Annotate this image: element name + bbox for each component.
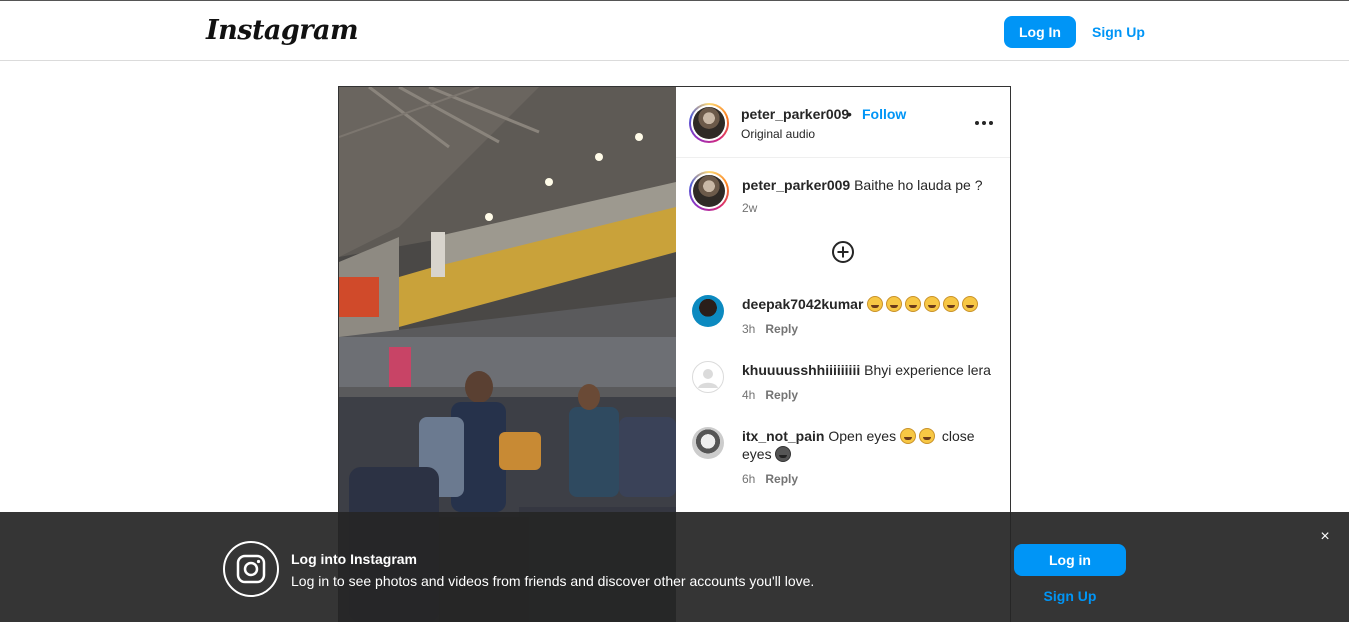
comment-username[interactable]: khuuuusshhiiiiiiiii xyxy=(742,362,860,378)
comment-time: 3h xyxy=(742,322,756,336)
reply-button[interactable]: Reply xyxy=(765,472,798,486)
comment-time: 4h xyxy=(742,388,756,402)
default-user-icon xyxy=(698,369,718,388)
follow-button[interactable]: Follow xyxy=(862,106,906,122)
top-navbar: Instagram Log In Sign Up xyxy=(0,0,1349,61)
comment-username[interactable]: itx_not_pain xyxy=(742,428,824,444)
signup-link[interactable]: Sign Up xyxy=(1088,16,1149,48)
load-more-comments-icon[interactable] xyxy=(831,240,855,264)
comment-text: eyes xyxy=(742,446,772,462)
instagram-icon xyxy=(223,541,279,597)
comment-text-line: khuuuusshhiiiiiiiii Bhyi experience lera xyxy=(742,361,992,379)
comment-time: 6h xyxy=(742,472,756,486)
caption-time: 2w xyxy=(742,201,758,215)
comment-avatar[interactable] xyxy=(692,295,724,327)
caption-text: Baithe ho lauda pe ? xyxy=(854,177,983,193)
banner-signup-link[interactable]: Sign Up xyxy=(1014,588,1126,604)
comment-meta: 6h Reply xyxy=(742,472,798,486)
instagram-logo[interactable]: Instagram xyxy=(206,15,359,46)
comment-text: Open eyes xyxy=(828,428,897,444)
close-icon[interactable]: × xyxy=(1316,528,1334,546)
separator-dot: • xyxy=(847,106,852,122)
grin-emoji-icon xyxy=(899,428,916,444)
post-header: peter_parker009 • Follow Original audio xyxy=(676,87,1010,158)
author-avatar[interactable] xyxy=(689,103,729,143)
banner-title: Log into Instagram xyxy=(291,551,417,567)
comment-text: Bhyi experience lera xyxy=(864,362,991,378)
reply-button[interactable]: Reply xyxy=(765,388,798,402)
comment-text-line: itx_not_pain Open eyes close eyes xyxy=(742,427,992,463)
reply-button[interactable]: Reply xyxy=(765,322,798,336)
smile-emoji-icon xyxy=(918,428,935,444)
login-button[interactable]: Log In xyxy=(1004,16,1076,48)
comment-avatar[interactable] xyxy=(692,427,724,459)
caption-text-line: peter_parker009 Baithe ho lauda pe ? xyxy=(742,176,992,194)
comment-text-line: deepak7042kumar xyxy=(742,295,992,313)
banner-subtitle: Log in to see photos and videos from fri… xyxy=(291,573,815,589)
laughing-emoji-icon xyxy=(867,296,981,312)
login-banner: Log into Instagram Log in to see photos … xyxy=(0,512,1349,622)
comment-meta: 3h Reply xyxy=(742,322,798,336)
caption-username[interactable]: peter_parker009 xyxy=(742,177,850,193)
comment-meta: 4h Reply xyxy=(742,388,798,402)
dark-face-emoji-icon xyxy=(775,446,792,462)
comment-username[interactable]: deepak7042kumar xyxy=(742,296,863,312)
caption-avatar[interactable] xyxy=(689,171,729,211)
comment-text: close xyxy=(941,428,975,444)
author-username[interactable]: peter_parker009 xyxy=(741,106,849,122)
more-options-icon[interactable] xyxy=(972,111,996,135)
banner-login-button[interactable]: Log in xyxy=(1014,544,1126,576)
audio-label[interactable]: Original audio xyxy=(741,127,815,141)
comment-avatar-default[interactable] xyxy=(692,361,724,393)
